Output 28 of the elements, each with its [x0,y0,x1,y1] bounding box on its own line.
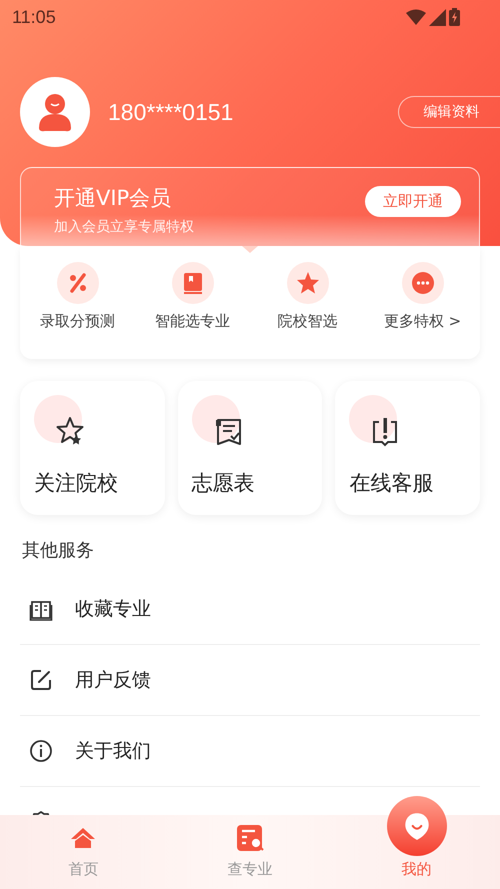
pointer-notch [242,246,258,253]
service-item[interactable]: 收藏专业 [75,596,151,622]
card-label: 在线客服 [349,470,434,497]
info-icon [29,739,53,763]
vip-subtitle: 加入会员立享专属特权 [54,218,195,236]
phone-number: 180****0151 [108,98,234,126]
wifi-icon [406,9,426,25]
shortcut-card[interactable]: 关注院校 [20,381,165,515]
signal-icon [429,8,446,26]
section-title: 其他服务 [22,539,95,562]
vip-title: 开通VIP会员 [54,185,172,212]
star-icon [54,415,86,447]
status-time: 11:05 [12,6,56,28]
battery-icon [449,8,460,26]
book-icon[interactable] [172,262,214,304]
privilege-label[interactable]: 院校智选 [278,312,338,331]
card-label: 关注院校 [34,470,119,497]
privilege-label[interactable]: 智能选专业 [155,312,230,331]
service-item[interactable]: 关于我们 [75,738,151,764]
more-icon[interactable] [402,262,444,304]
privilege-label[interactable]: 录取分预测 [40,312,115,331]
percent-icon[interactable] [56,262,98,304]
card-label: 志愿表 [192,470,256,497]
shortcut-card[interactable]: 志愿表 [178,381,322,515]
privilege-label[interactable]: 更多特权 > [384,312,462,331]
service-item[interactable]: 用户反馈 [75,667,151,693]
edit-icon [29,668,53,692]
shortcut-card[interactable]: 在线客服 [335,381,480,515]
